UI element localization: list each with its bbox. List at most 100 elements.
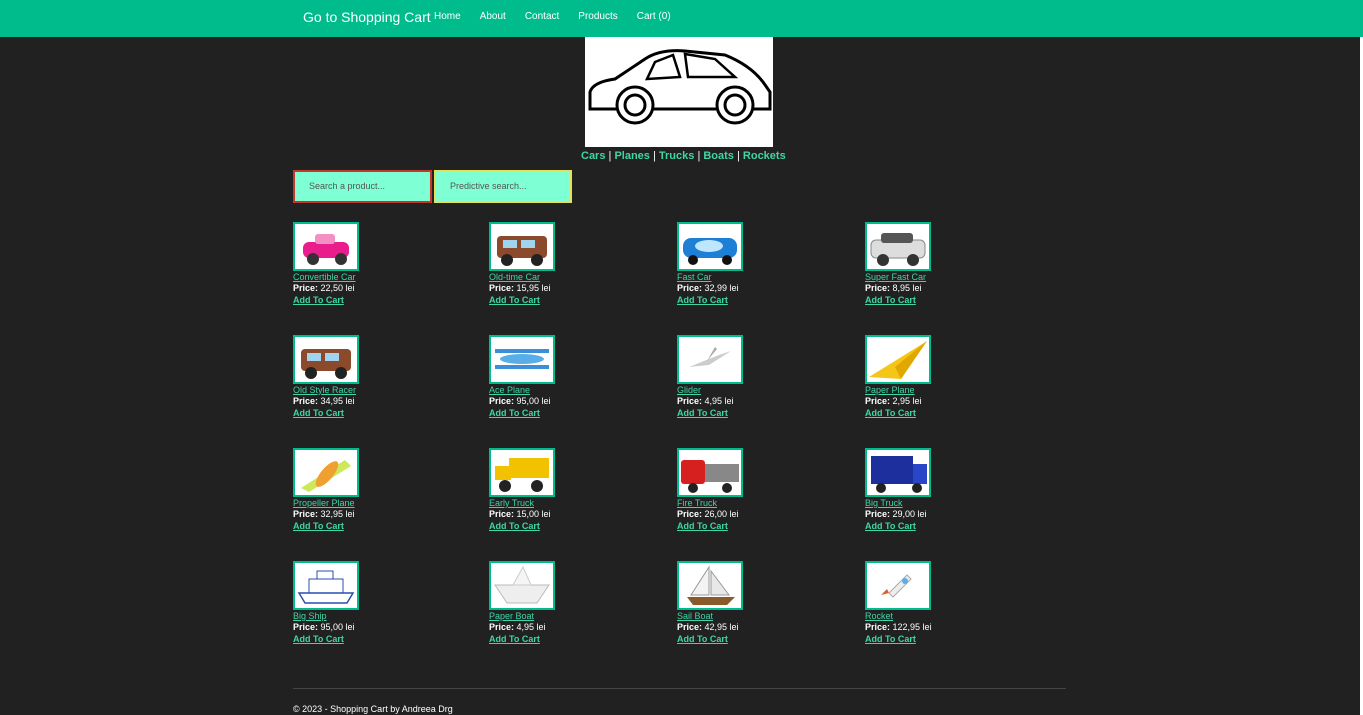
product-image[interactable] [865, 561, 931, 610]
product-name-link[interactable]: Big Truck [865, 498, 1015, 508]
add-to-cart-link[interactable]: Add To Cart [865, 634, 1015, 644]
product-image[interactable] [489, 222, 555, 271]
product-image[interactable] [865, 448, 931, 497]
price-value: 8,95 lei [892, 283, 922, 293]
product-name-link[interactable]: Old Style Racer [293, 385, 443, 395]
nav-cart[interactable]: Cart (0) [637, 11, 671, 22]
white-suv-icon [870, 233, 926, 266]
price-label: Price: [489, 622, 515, 632]
product-price: Price: 15,95 lei [489, 283, 639, 293]
price-label: Price: [677, 622, 703, 632]
predictive-search-input[interactable]: Predictive search... [434, 170, 572, 203]
product-name-link[interactable]: Rocket [865, 611, 1015, 621]
product-name-link[interactable]: Old-time Car [489, 272, 639, 282]
nav-products[interactable]: Products [578, 11, 617, 22]
product-image[interactable] [677, 561, 743, 610]
propeller-plane-icon [301, 460, 351, 492]
price-value: 95,00 lei [320, 622, 355, 632]
glider-icon [689, 347, 731, 367]
category-rockets[interactable]: Rockets [743, 150, 786, 162]
nav-about[interactable]: About [480, 11, 506, 22]
product-price: Price: 22,50 lei [293, 283, 443, 293]
tow-truck-character-icon [497, 236, 547, 266]
price-label: Price: [865, 396, 891, 406]
footer-text: © 2023 - Shopping Cart by Andreea Drg [293, 704, 453, 714]
product-price: Price: 29,00 lei [865, 509, 1015, 519]
product-name-link[interactable]: Glider [677, 385, 827, 395]
nav-contact[interactable]: Contact [525, 11, 559, 22]
add-to-cart-link[interactable]: Add To Cart [489, 634, 639, 644]
product-price: Price: 32,99 lei [677, 283, 827, 293]
red-truck-icon [681, 460, 739, 493]
product-name-link[interactable]: Early Truck [489, 498, 639, 508]
product-name-link[interactable]: Fast Car [677, 272, 827, 282]
product-image[interactable] [677, 222, 743, 271]
add-to-cart-link[interactable]: Add To Cart [677, 295, 827, 305]
product-image[interactable] [293, 335, 359, 384]
price-label: Price: [865, 509, 891, 519]
product-name-link[interactable]: Sail Boat [677, 611, 827, 621]
product-name-link[interactable]: Super Fast Car [865, 272, 1015, 282]
product-price: Price: 34,95 lei [293, 396, 443, 406]
product-card: Early Truck Price: 15,00 lei Add To Cart [489, 448, 639, 531]
add-to-cart-link[interactable]: Add To Cart [293, 408, 443, 418]
add-to-cart-link[interactable]: Add To Cart [677, 634, 827, 644]
product-image[interactable] [293, 561, 359, 610]
product-name-link[interactable]: Ace Plane [489, 385, 639, 395]
product-image[interactable] [865, 222, 931, 271]
product-image[interactable] [489, 448, 555, 497]
rocket-icon [881, 574, 912, 598]
category-planes[interactable]: Planes [614, 150, 649, 162]
product-name-link[interactable]: Propeller Plane [293, 498, 443, 508]
product-card: Glider Price: 4,95 lei Add To Cart [677, 335, 827, 418]
product-price: Price: 32,95 lei [293, 509, 443, 519]
product-price: Price: 26,00 lei [677, 509, 827, 519]
product-image[interactable] [865, 335, 931, 384]
add-to-cart-link[interactable]: Add To Cart [489, 295, 639, 305]
product-image[interactable] [677, 448, 743, 497]
search-input[interactable]: Search a product... [293, 170, 432, 203]
add-to-cart-link[interactable]: Add To Cart [865, 521, 1015, 531]
product-name-link[interactable]: Paper Boat [489, 611, 639, 621]
product-image[interactable] [489, 561, 555, 610]
add-to-cart-link[interactable]: Add To Cart [293, 295, 443, 305]
price-value: 4,95 lei [516, 622, 546, 632]
product-name-link[interactable]: Paper Plane [865, 385, 1015, 395]
add-to-cart-link[interactable]: Add To Cart [865, 295, 1015, 305]
product-card: Paper Plane Price: 2,95 lei Add To Cart [865, 335, 1015, 418]
add-to-cart-link[interactable]: Add To Cart [293, 634, 443, 644]
category-boats[interactable]: Boats [703, 150, 734, 162]
product-card: Fast Car Price: 32,99 lei Add To Cart [677, 222, 827, 305]
category-cars[interactable]: Cars [581, 150, 605, 162]
product-card: Paper Boat Price: 4,95 lei Add To Cart [489, 561, 639, 644]
product-image[interactable] [293, 222, 359, 271]
product-price: Price: 4,95 lei [489, 622, 639, 632]
ship-sketch-icon [297, 570, 355, 604]
biplane-icon [495, 349, 549, 369]
product-price: Price: 95,00 lei [489, 396, 639, 406]
brand-link[interactable]: Go to Shopping Cart [303, 9, 431, 25]
add-to-cart-link[interactable]: Add To Cart [677, 408, 827, 418]
product-name-link[interactable]: Big Ship [293, 611, 443, 621]
price-value: 34,95 lei [320, 396, 355, 406]
product-image[interactable] [489, 335, 555, 384]
product-card: Sail Boat Price: 42,95 lei Add To Cart [677, 561, 827, 644]
product-card: Rocket Price: 122,95 lei Add To Cart [865, 561, 1015, 644]
add-to-cart-link[interactable]: Add To Cart [489, 521, 639, 531]
price-label: Price: [865, 622, 891, 632]
category-trucks[interactable]: Trucks [659, 150, 694, 162]
add-to-cart-link[interactable]: Add To Cart [677, 521, 827, 531]
product-name-link[interactable]: Convertible Car [293, 272, 443, 282]
product-price: Price: 122,95 lei [865, 622, 1015, 632]
add-to-cart-link[interactable]: Add To Cart [865, 408, 1015, 418]
nav-home[interactable]: Home [434, 11, 461, 22]
footer-divider [293, 688, 1066, 689]
product-name-link[interactable]: Fire Truck [677, 498, 827, 508]
add-to-cart-link[interactable]: Add To Cart [293, 521, 443, 531]
product-price: Price: 8,95 lei [865, 283, 1015, 293]
product-image[interactable] [677, 335, 743, 384]
add-to-cart-link[interactable]: Add To Cart [489, 408, 639, 418]
product-card: Old-time Car Price: 15,95 lei Add To Cart [489, 222, 639, 305]
price-value: 4,95 lei [704, 396, 734, 406]
product-image[interactable] [293, 448, 359, 497]
